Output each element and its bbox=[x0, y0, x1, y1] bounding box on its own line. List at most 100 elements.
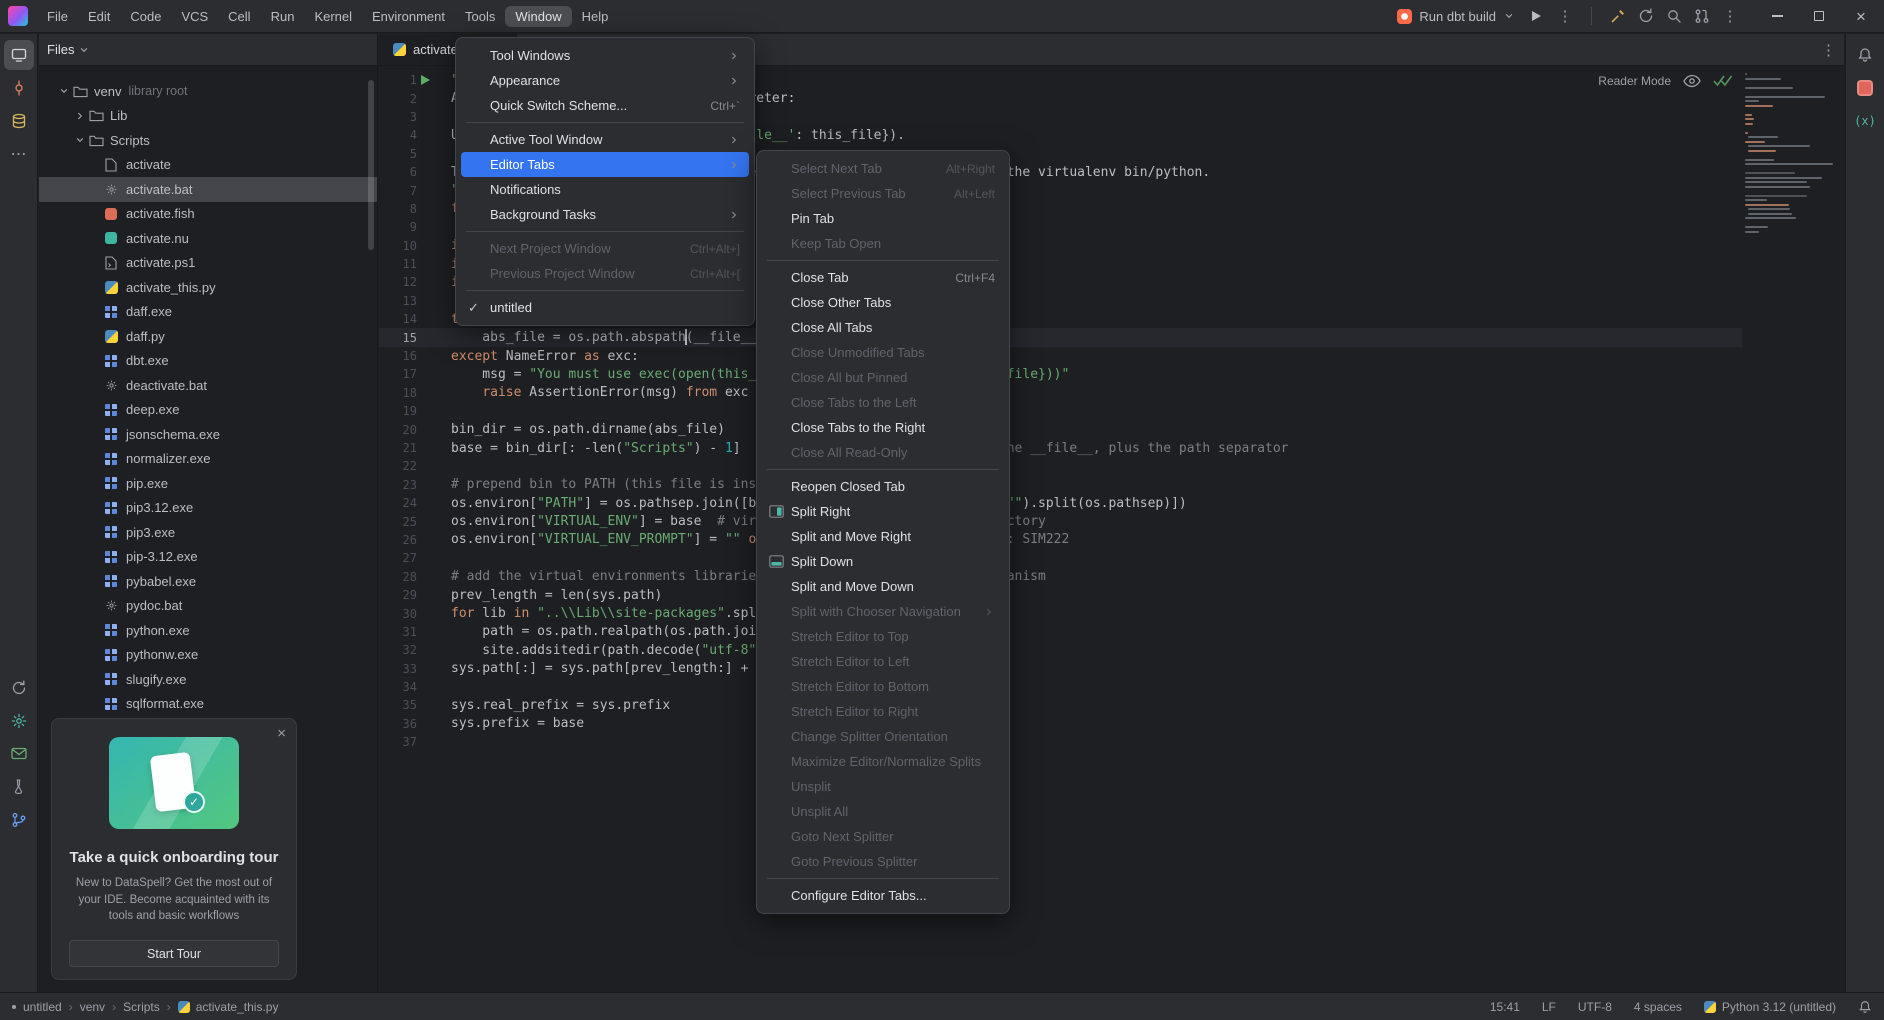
code-line[interactable]: 36sys.prefix = base bbox=[379, 715, 1742, 733]
tree-item-activate-bat[interactable]: activate.bat bbox=[39, 177, 377, 202]
code-line[interactable]: 18 raise AssertionError(msg) from exc bbox=[379, 384, 1742, 402]
project-icon[interactable] bbox=[4, 40, 34, 70]
tree-item-normalizer-exe[interactable]: normalizer.exe bbox=[39, 447, 377, 472]
menubar-item-vcs[interactable]: VCS bbox=[171, 6, 218, 27]
window-menu-item-editor-tabs[interactable]: Editor Tabs bbox=[461, 152, 749, 177]
editor-tabs-menu-item-close-other-tabs[interactable]: Close Other Tabs bbox=[762, 290, 1004, 315]
chevron-down-icon[interactable] bbox=[71, 134, 89, 146]
code-line[interactable]: 37 bbox=[379, 733, 1742, 751]
chevron-down-icon[interactable] bbox=[55, 85, 73, 97]
code-line[interactable]: 16except NameError as exc: bbox=[379, 347, 1742, 365]
code-line[interactable]: 32 site.addsitedir(path.decode("utf-8") … bbox=[379, 641, 1742, 659]
tree-scrollbar[interactable] bbox=[368, 80, 374, 250]
code-line[interactable]: 35sys.real_prefix = sys.prefix bbox=[379, 696, 1742, 714]
run-line-icon[interactable] bbox=[421, 75, 430, 85]
code-line[interactable]: 21base = bin_dir[: -len("Scripts") - 1] … bbox=[379, 439, 1742, 457]
window-menu-item-notifications[interactable]: Notifications bbox=[461, 177, 749, 202]
breadcrumb-item-scripts[interactable]: Scripts bbox=[123, 1000, 160, 1014]
tree-item-daff-py[interactable]: daff.py bbox=[39, 324, 377, 349]
python-console-icon[interactable] bbox=[4, 772, 34, 802]
editor-tabs-menu-item-split-and-move-down[interactable]: Split and Move Down bbox=[762, 574, 1004, 599]
notifications-icon[interactable] bbox=[1850, 40, 1880, 70]
pull-request-icon[interactable] bbox=[1688, 2, 1716, 30]
run-more-icon[interactable]: ⋮ bbox=[1551, 2, 1579, 30]
tree-item-daff-exe[interactable]: daff.exe bbox=[39, 300, 377, 325]
variables-icon[interactable]: (x) bbox=[1850, 106, 1880, 136]
close-icon[interactable]: × bbox=[1840, 0, 1882, 33]
breadcrumb-item-untitled[interactable]: untitled bbox=[23, 1000, 62, 1014]
menubar-item-help[interactable]: Help bbox=[572, 6, 619, 27]
inspections-ok-icon[interactable] bbox=[1713, 75, 1732, 87]
code-line[interactable]: 19 bbox=[379, 402, 1742, 420]
chevron-right-icon[interactable] bbox=[71, 110, 89, 122]
menubar-item-cell[interactable]: Cell bbox=[218, 6, 260, 27]
breadcrumb-item-venv[interactable]: venv bbox=[80, 1000, 105, 1014]
file-encoding[interactable]: UTF-8 bbox=[1578, 1000, 1612, 1014]
commit-icon[interactable] bbox=[4, 73, 34, 103]
services-icon[interactable] bbox=[4, 706, 34, 736]
code-line[interactable]: 29prev_length = len(sys.path) bbox=[379, 586, 1742, 604]
tree-item-slugify-exe[interactable]: slugify.exe bbox=[39, 667, 377, 692]
code-line[interactable]: 27 bbox=[379, 549, 1742, 567]
search-icon[interactable] bbox=[1660, 2, 1688, 30]
window-menu-item-untitled[interactable]: ✓untitled bbox=[461, 295, 749, 320]
tree-item-pip-exe[interactable]: pip.exe bbox=[39, 471, 377, 496]
run-button[interactable] bbox=[1532, 11, 1541, 21]
line-ending[interactable]: LF bbox=[1542, 1000, 1556, 1014]
editor-tabs-menu-item-configure-editor-tabs[interactable]: Configure Editor Tabs... bbox=[762, 883, 1004, 908]
branch-icon[interactable] bbox=[4, 805, 34, 835]
code-line[interactable]: 24os.environ["PATH"] = os.pathsep.join([… bbox=[379, 494, 1742, 512]
files-panel-header[interactable]: Files bbox=[39, 34, 377, 66]
minimap[interactable] bbox=[1742, 70, 1838, 246]
tree-item-pip3-exe[interactable]: pip3.exe bbox=[39, 520, 377, 545]
code-line[interactable]: 31 path = os.path.realpath(os.path.join(… bbox=[379, 623, 1742, 641]
tree-item-activate-this-py[interactable]: activate_this.py bbox=[39, 275, 377, 300]
code-line[interactable]: 34 bbox=[379, 678, 1742, 696]
window-menu-item-quick-switch-scheme[interactable]: Quick Switch Scheme...Ctrl+` bbox=[461, 93, 749, 118]
breadcrumb-item-activate-this-py[interactable]: activate_this.py bbox=[178, 1000, 279, 1014]
editor-tabs-menu-item-close-tabs-to-the-right[interactable]: Close Tabs to the Right bbox=[762, 415, 1004, 440]
editor-tabs-menu-item-close-all-tabs[interactable]: Close All Tabs bbox=[762, 315, 1004, 340]
code-line[interactable]: 15 abs_file = os.path.abspath(__file__) bbox=[379, 328, 1742, 346]
editor-tabs-menu-item-close-tab[interactable]: Close TabCtrl+F4 bbox=[762, 265, 1004, 290]
menubar-item-environment[interactable]: Environment bbox=[362, 6, 455, 27]
database-icon[interactable] bbox=[4, 106, 34, 136]
caret-position[interactable]: 15:41 bbox=[1490, 1000, 1520, 1014]
tree-item-activate-ps1[interactable]: activate.ps1 bbox=[39, 251, 377, 276]
update-icon[interactable] bbox=[1632, 2, 1660, 30]
editor-tabs-menu-item-split-right[interactable]: Split Right bbox=[762, 499, 1004, 524]
tree-item-pip3-12-exe[interactable]: pip3.12.exe bbox=[39, 496, 377, 521]
code-line[interactable]: 33sys.path[:] = sys.path[prev_length:] +… bbox=[379, 660, 1742, 678]
tree-item-dbt-exe[interactable]: dbt.exe bbox=[39, 349, 377, 374]
reader-mode-label[interactable]: Reader Mode bbox=[1598, 74, 1671, 88]
tree-item-activate-fish[interactable]: activate.fish bbox=[39, 202, 377, 227]
build-icon[interactable] bbox=[1604, 2, 1632, 30]
code-line[interactable]: 17 msg = "You must use exec(open(this_fi… bbox=[379, 365, 1742, 383]
close-icon[interactable]: × bbox=[277, 725, 286, 742]
window-menu-item-background-tasks[interactable]: Background Tasks bbox=[461, 202, 749, 227]
assistant-icon[interactable] bbox=[1850, 73, 1880, 103]
window-menu-item-active-tool-window[interactable]: Active Tool Window bbox=[461, 127, 749, 152]
minimize-icon[interactable] bbox=[1756, 0, 1798, 33]
editor-tabs-menu-item-split-down[interactable]: Split Down bbox=[762, 549, 1004, 574]
tree-item-pythonw-exe[interactable]: pythonw.exe bbox=[39, 643, 377, 668]
code-line[interactable]: 25os.environ["VIRTUAL_ENV"] = base # vir… bbox=[379, 512, 1742, 530]
eye-icon[interactable] bbox=[1683, 74, 1701, 88]
sync-icon[interactable] bbox=[4, 673, 34, 703]
tree-item-pydoc-bat[interactable]: pydoc.bat bbox=[39, 594, 377, 619]
menubar-item-code[interactable]: Code bbox=[120, 6, 171, 27]
tree-item-deep-exe[interactable]: deep.exe bbox=[39, 398, 377, 423]
python-interpreter[interactable]: Python 3.12 (untitled) bbox=[1704, 1000, 1836, 1014]
tree-item-lib[interactable]: Lib bbox=[39, 104, 377, 129]
tree-item-python-exe[interactable]: python.exe bbox=[39, 618, 377, 643]
start-tour-button[interactable]: Start Tour bbox=[69, 940, 279, 967]
menubar-item-kernel[interactable]: Kernel bbox=[304, 6, 362, 27]
tree-item-pip-3-12-exe[interactable]: pip-3.12.exe bbox=[39, 545, 377, 570]
code-line[interactable]: 30for lib in "..\\Lib\\site-packages".sp… bbox=[379, 604, 1742, 622]
mail-icon[interactable] bbox=[4, 739, 34, 769]
menubar-item-window[interactable]: Window bbox=[505, 6, 571, 27]
window-menu-item-tool-windows[interactable]: Tool Windows bbox=[461, 43, 749, 68]
code-line[interactable]: 20bin_dir = os.path.dirname(abs_file) bbox=[379, 420, 1742, 438]
menubar-item-tools[interactable]: Tools bbox=[455, 6, 505, 27]
code-line[interactable]: 26os.environ["VIRTUAL_ENV_PROMPT"] = "" … bbox=[379, 531, 1742, 549]
